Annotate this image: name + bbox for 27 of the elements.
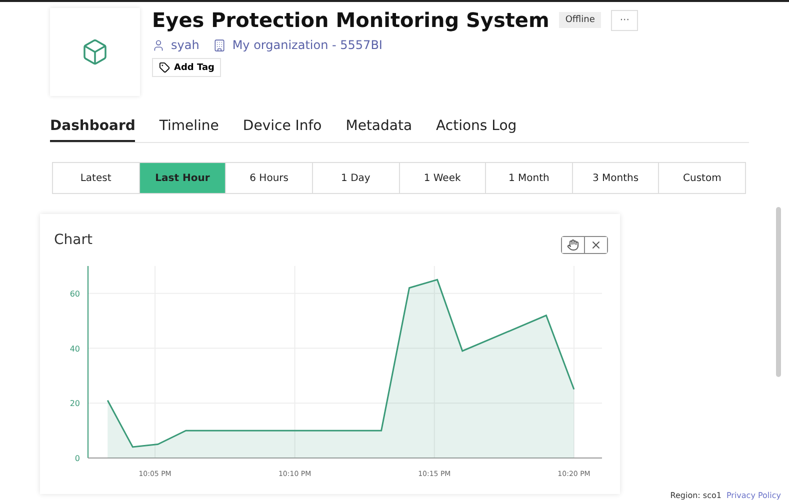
tab[interactable]: Actions Log <box>436 114 517 142</box>
close-icon <box>590 239 602 251</box>
range-button[interactable]: Last Hour <box>140 163 226 193</box>
y-tick-label: 60 <box>70 289 80 298</box>
y-tick-label: 20 <box>70 399 80 408</box>
owner-link[interactable]: syah <box>171 38 200 52</box>
hand-icon <box>567 239 579 251</box>
privacy-policy-link[interactable]: Privacy Policy <box>726 491 781 500</box>
tag-icon <box>159 62 170 73</box>
more-button[interactable]: ··· <box>610 10 638 30</box>
chart-title: Chart <box>54 232 92 248</box>
tab[interactable]: Timeline <box>159 114 219 142</box>
tab[interactable]: Device Info <box>242 114 322 142</box>
user-icon <box>152 38 165 52</box>
close-button[interactable] <box>584 237 607 253</box>
building-icon <box>213 38 226 52</box>
status-label: Offline <box>559 12 601 28</box>
y-tick-label: 0 <box>74 454 80 463</box>
tab[interactable]: Dashboard <box>50 114 136 142</box>
y-tick-label: 40 <box>70 344 80 354</box>
add-tag-button[interactable]: Add Tag <box>152 58 222 77</box>
region-label: Region: sco1 <box>670 491 722 500</box>
cube-icon <box>81 38 109 66</box>
device-title: Eyes Protection Monitoring System <box>152 8 550 32</box>
organization-link[interactable]: My organization - 5557BI <box>232 38 382 52</box>
scrollbar[interactable] <box>776 207 781 377</box>
tab[interactable]: Metadata <box>346 114 412 142</box>
